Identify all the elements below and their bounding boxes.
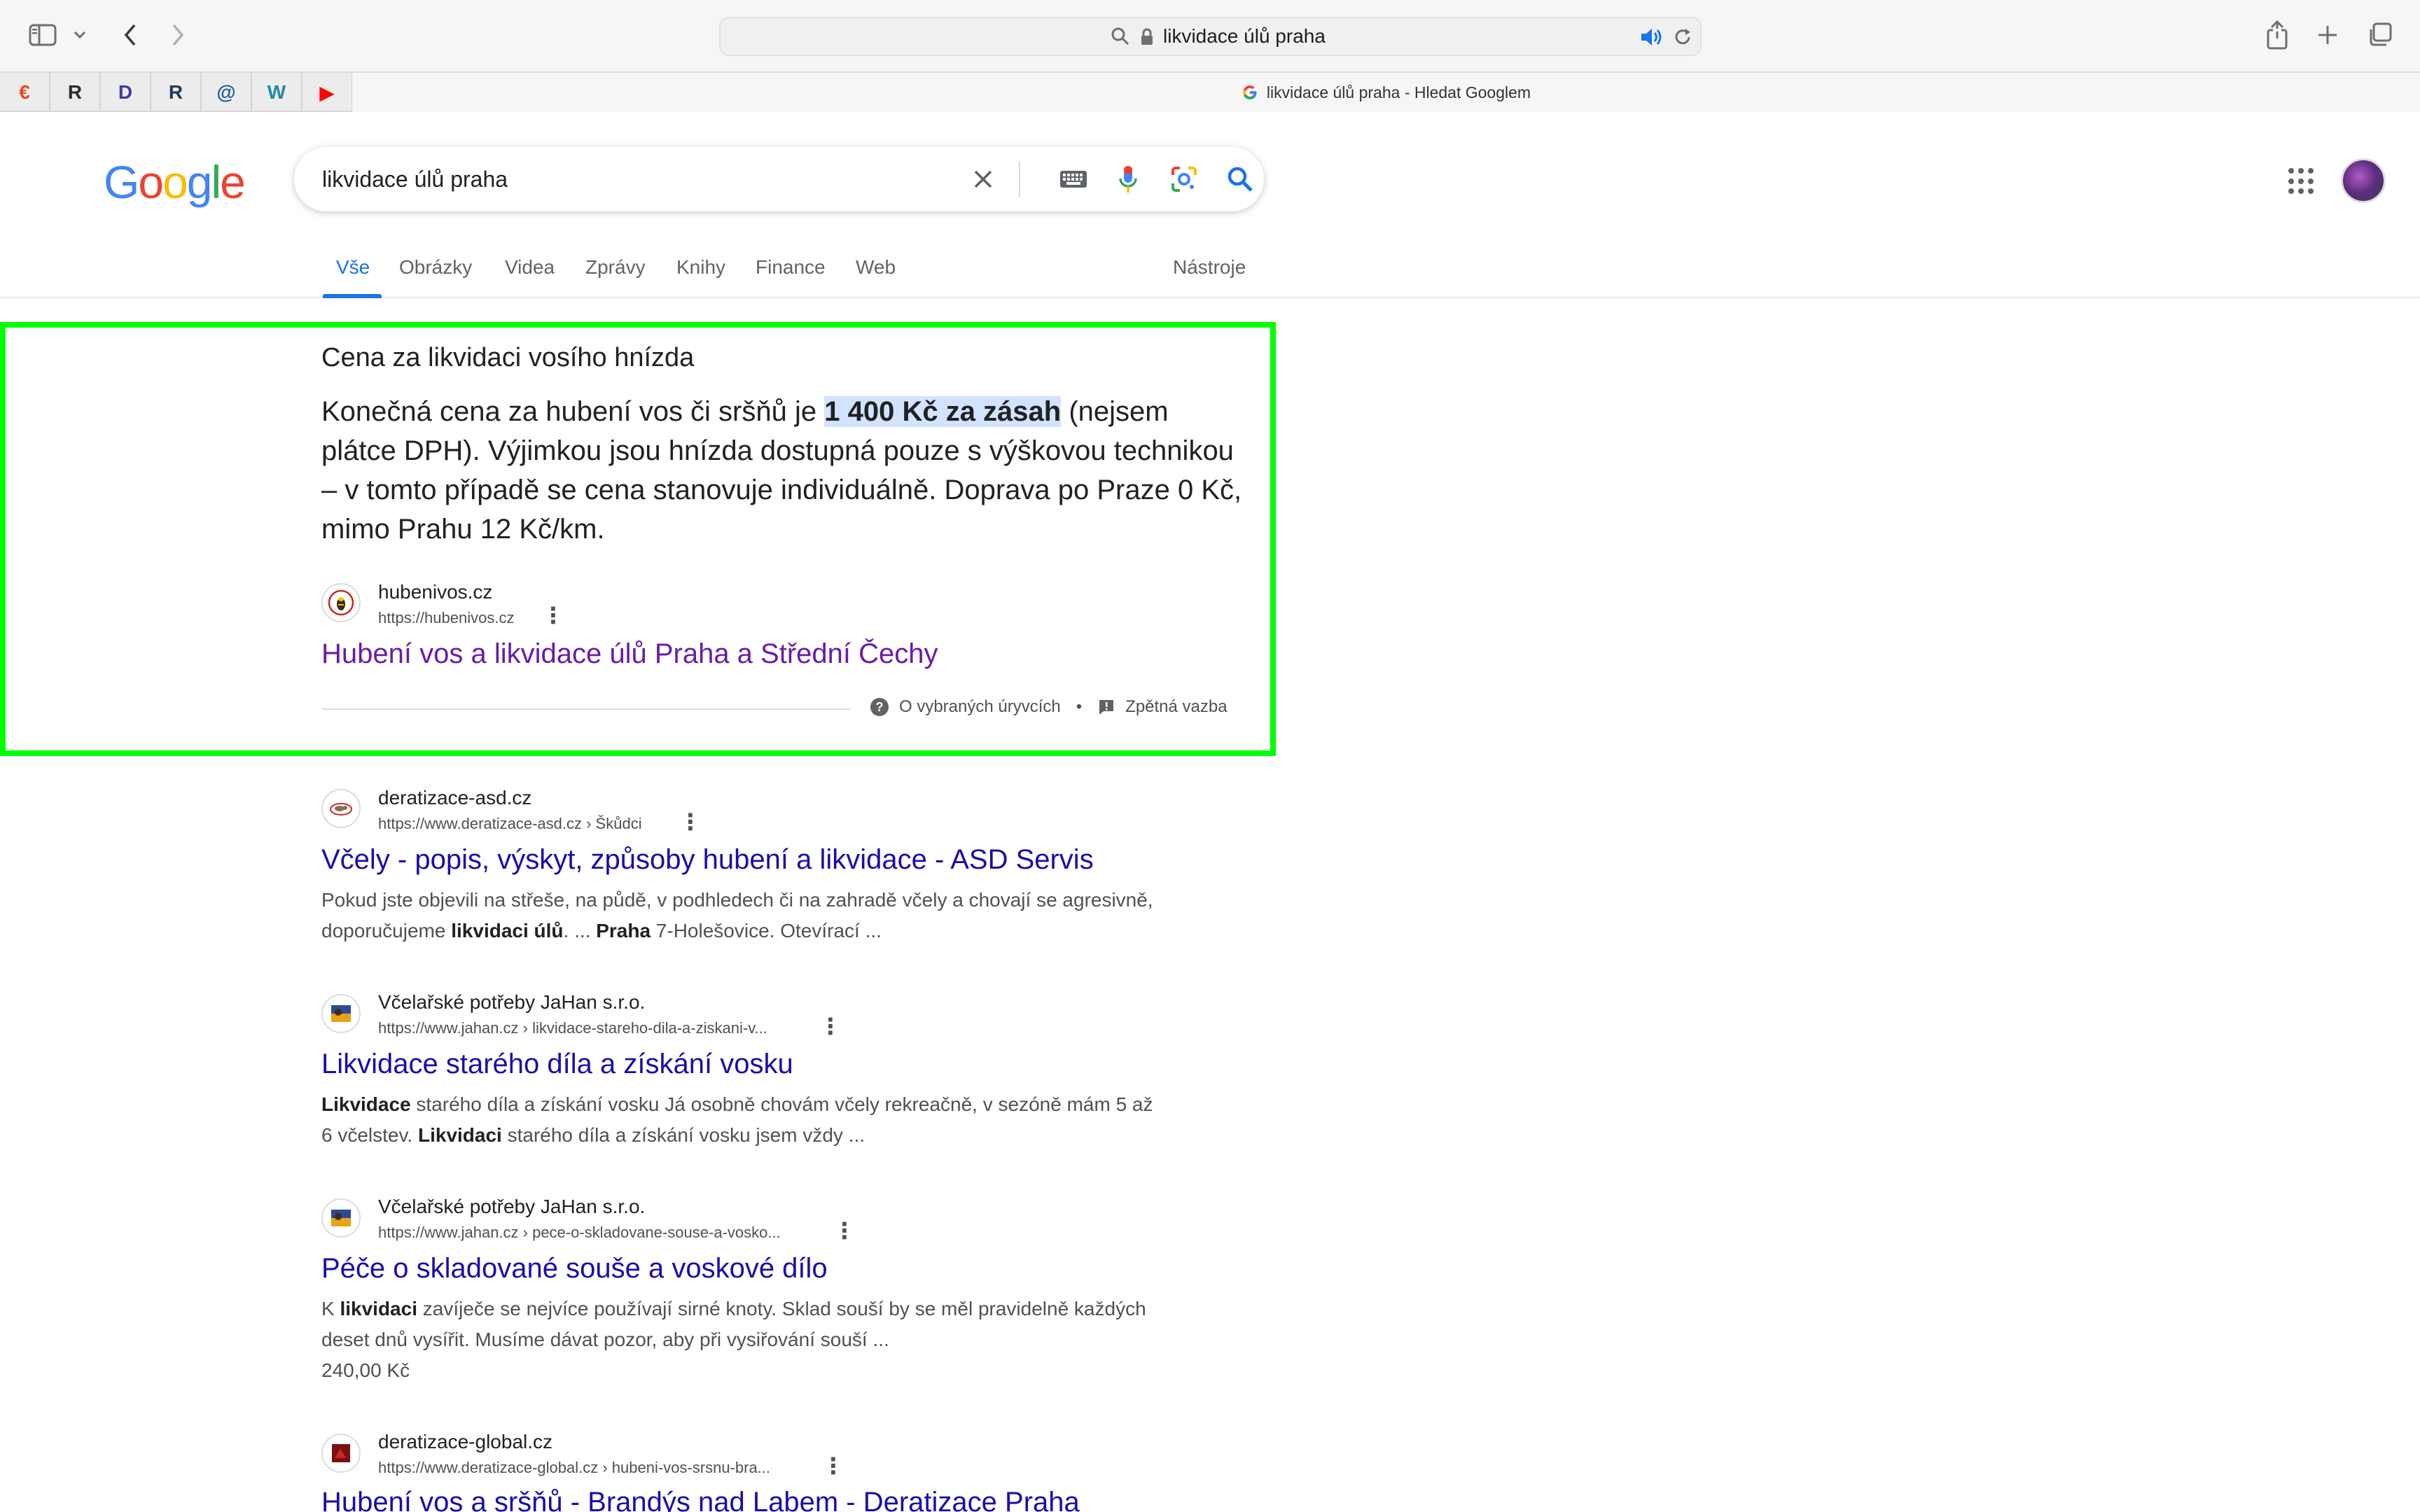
result-url[interactable]: https://www.deratizace-global.cz › huben… [378,1459,770,1477]
more-options-icon[interactable]: ⋮ [819,1013,842,1040]
active-tab[interactable]: likvidace úlů praha - Hledat Googlem [352,73,2420,112]
browser-toolbar: likvidace úlů praha [0,0,2420,71]
tab-images[interactable]: Obrázky [399,256,472,279]
active-tab-underline [323,294,382,298]
jahan-favicon-icon[interactable] [321,1198,361,1238]
snippet-text-before: Konečná cena za hubení vos či sršňů je [321,396,825,427]
google-logo-letter: G [104,156,139,208]
speaker-icon[interactable] [1639,27,1664,48]
result-url[interactable]: https://www.jahan.cz › likvidace-stareho… [378,1019,767,1037]
result-site-name[interactable]: deratizace-global.cz [378,1431,552,1453]
about-snippets-link[interactable]: O vybraných úryvcích [899,697,1061,717]
snippet-body: Konečná cena za hubení vos či sršňů je 1… [321,392,1246,549]
more-options-icon[interactable]: ⋮ [822,1452,844,1479]
search-submit-icon[interactable] [1221,160,1260,199]
jahan-favicon-icon[interactable] [321,994,361,1033]
result-url[interactable]: https://www.deratizace-asd.cz › Škůdci [378,815,642,833]
youtube-tab-icon[interactable]: ▶ [302,73,353,112]
green-logo-tab-icon[interactable]: R [50,73,101,112]
lock-icon [1137,27,1157,48]
keyboard-icon[interactable] [1054,160,1093,199]
google-logo[interactable]: Google [104,155,246,209]
dark-square-tab-icon[interactable]: R [151,73,202,112]
tab-web[interactable]: Web [856,256,896,279]
forward-arrow-icon[interactable] [165,20,190,50]
google-logo-letter: g [186,156,213,208]
result-price: 240,00 Kč [321,1359,410,1381]
more-options-icon[interactable]: ⋮ [679,808,702,835]
google-logo-letter: e [220,156,246,208]
share-icon[interactable] [2263,18,2291,52]
google-logo-letter: o [138,156,164,208]
google-lens-icon[interactable] [1164,160,1204,199]
search-input[interactable]: likvidace úlů praha [322,147,508,211]
snippet-site-name[interactable]: hubenivos.cz [378,581,492,603]
snippet-site-url[interactable]: https://hubenivos.cz [378,609,514,627]
search-divider [1019,161,1020,197]
result-snippet: Pokud jste objevili na střeše, na půdě, … [321,889,1153,941]
feedback-link[interactable]: Zpětná vazba [1125,697,1227,717]
hubenivos-favicon-icon[interactable] [321,583,361,622]
snippet-highlight: 1 400 Kč za zásah [824,396,1062,427]
back-arrow-icon[interactable] [118,20,143,50]
at-sign-tab-icon[interactable]: @ [202,73,252,112]
active-tab-title: likvidace úlů praha - Hledat Googlem [1266,83,1531,102]
google-apps-icon[interactable] [2288,168,2315,195]
footer-separator: • [1076,697,1083,716]
search-tabs: Vše Obrázky Videa Zprávy Knihy Finance W… [0,238,2420,298]
deratizace-global-favicon-icon[interactable] [321,1434,361,1473]
svg-text:?: ? [876,700,884,714]
snippet-link-title[interactable]: Hubení vos a likvidace úlů Praha a Střed… [321,638,938,670]
result-title-link[interactable]: Hubení vos a sršňů - Brandýs nad Labem -… [321,1487,1080,1512]
search-icon [1109,25,1132,48]
search-box[interactable]: likvidace úlů praha [294,147,1264,211]
result-title-link[interactable]: Likvidace starého díla a získání vosku [321,1049,793,1080]
more-options-icon[interactable]: ⋮ [542,602,564,629]
snippet-footer: ? O vybraných úryvcích • Zpětná vazba [870,697,1228,717]
snippet-heading: Cena za likvidaci vosího hnízda [321,343,695,372]
tab-bar: € R D R @ W ▶ likvidace úlů praha - Hledat Goo… [0,71,2420,112]
result-site-name[interactable]: Včelařské potřeby JaHan s.r.o. [378,991,645,1014]
tools-button[interactable]: Nástroje [1173,256,1246,279]
tab-news[interactable]: Zprávy [585,256,646,279]
avatar[interactable] [2341,158,2386,203]
result-site-name[interactable]: deratizace-asd.cz [378,787,531,809]
result-snippet: Likvidace starého díla a získání vosku J… [321,1093,1153,1146]
help-icon[interactable]: ? [870,697,889,717]
tab-all[interactable]: Vše [336,256,370,279]
result-title-link[interactable]: Včely - popis, výskyt, způsoby hubení a … [321,844,1094,876]
result-title-link[interactable]: Péče o skladované souše a voskové dílo [321,1253,828,1284]
clear-search-icon[interactable] [964,160,1003,199]
tab-books[interactable]: Knihy [676,256,725,279]
microphone-icon[interactable] [1108,160,1148,199]
snippet-divider [321,708,851,710]
d-tab-icon[interactable]: D [101,73,151,112]
sidebar-toggle-icon[interactable] [27,21,59,49]
tab-finance[interactable]: Finance [756,256,826,279]
chevron-down-icon[interactable] [70,25,90,45]
google-logo-letter: o [162,156,188,208]
deratizace-asd-favicon-icon[interactable] [321,789,361,828]
arrow-tab-icon[interactable]: € [0,73,50,112]
feedback-icon[interactable] [1097,698,1115,716]
result-site-name[interactable]: Včelařské potřeby JaHan s.r.o. [378,1196,645,1218]
google-logo-letter: l [211,156,222,208]
reload-icon[interactable] [1671,27,1694,48]
more-options-icon[interactable]: ⋮ [833,1217,856,1244]
tab-videos[interactable]: Videa [505,256,555,279]
result-url[interactable]: https://www.jahan.cz › pece-o-skladovane… [378,1224,781,1242]
result-snippet: K likvidaci zavíječe se nejvíce používaj… [321,1298,1146,1350]
new-tab-plus-icon[interactable] [2314,21,2342,49]
google-favicon-icon [1242,84,1258,101]
w-tab-icon[interactable]: W [252,73,302,112]
tab-overview-icon[interactable] [2365,21,2393,49]
address-bar[interactable]: likvidace úlů praha [719,17,1702,56]
address-text[interactable]: likvidace úlů praha [1163,18,1326,55]
